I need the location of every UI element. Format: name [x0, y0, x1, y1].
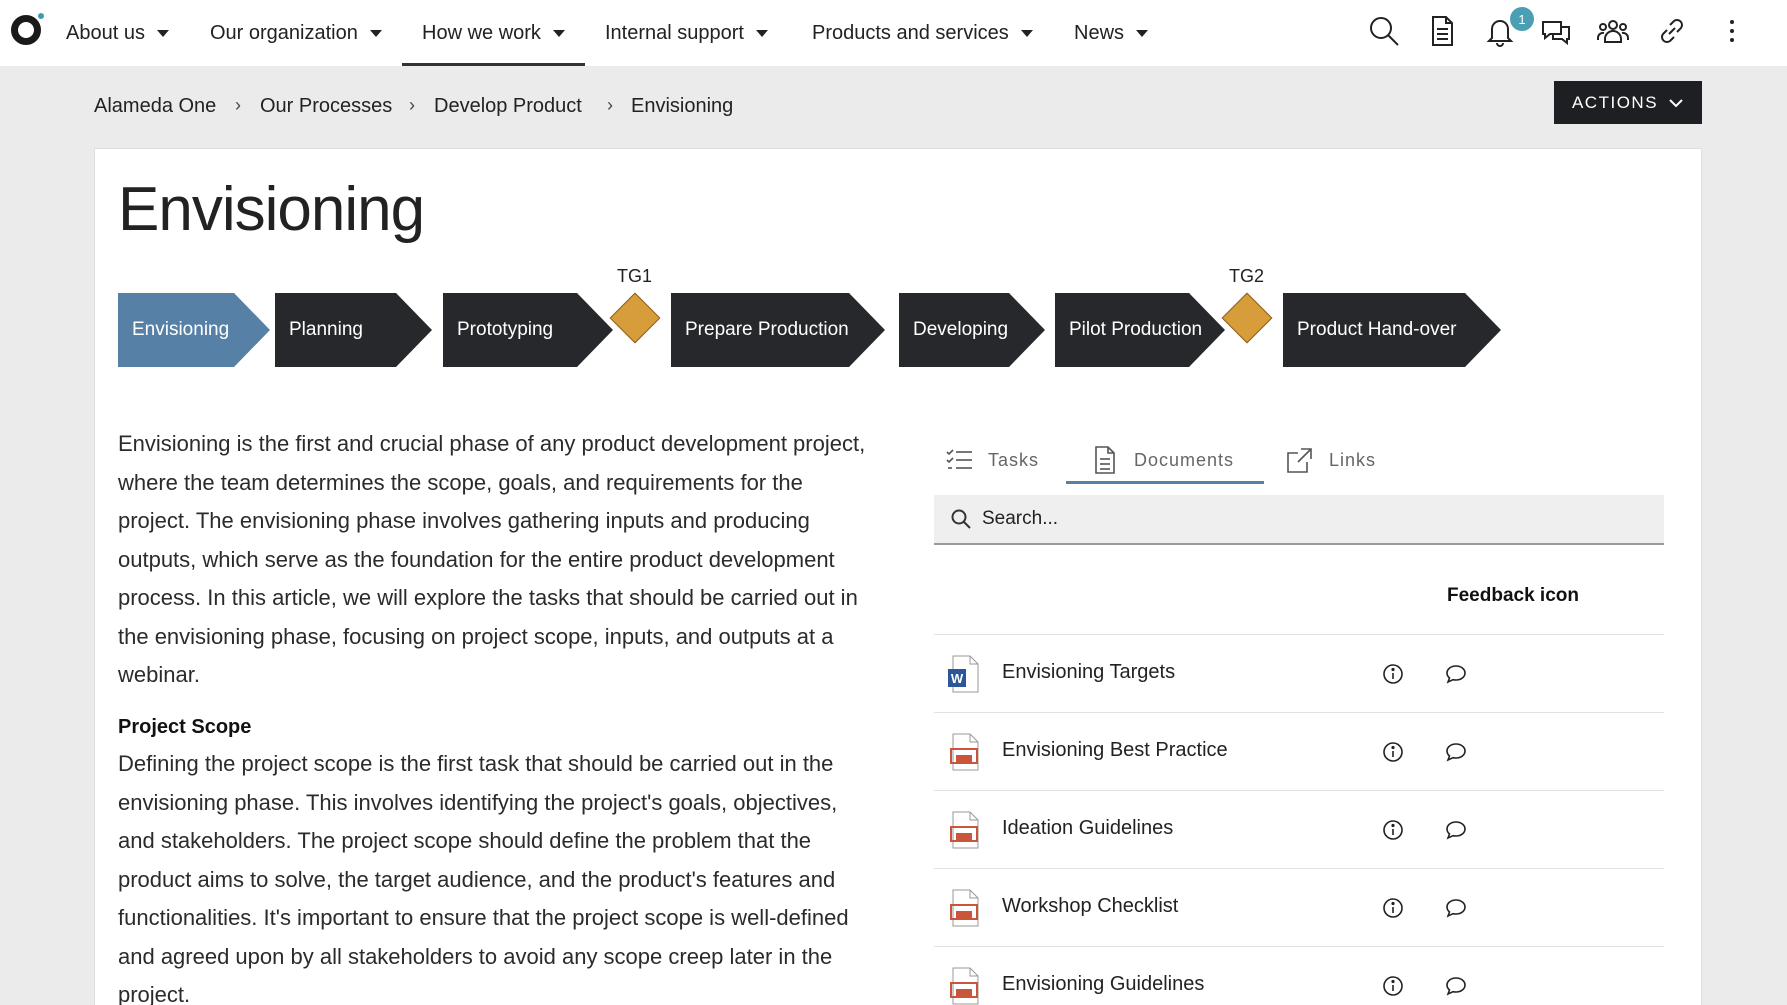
document-row[interactable]: Envisioning Best Practice	[934, 713, 1664, 791]
breadcrumb-item[interactable]: Alameda One	[94, 95, 216, 118]
tab-documents[interactable]: Documents	[1090, 436, 1234, 484]
search-input[interactable]	[982, 508, 1582, 530]
link-icon[interactable]	[1655, 14, 1689, 48]
nav-internal-support[interactable]: Internal support	[605, 0, 768, 66]
actions-button[interactable]: ACTIONS	[1554, 81, 1702, 124]
feedback-icon[interactable]	[1444, 974, 1468, 998]
feedback-icon[interactable]	[1444, 818, 1468, 842]
document-search	[934, 495, 1664, 545]
nav-label: About us	[66, 21, 145, 44]
external-link-icon	[1287, 448, 1312, 473]
document-name[interactable]: Envisioning Targets	[1002, 661, 1175, 684]
nav-products-and-services[interactable]: Products and services	[812, 0, 1033, 66]
gate-label: TG2	[1229, 266, 1265, 286]
feedback-icon[interactable]	[1444, 740, 1468, 764]
document-icon	[1095, 446, 1115, 474]
breadcrumb-item[interactable]: Our Processes	[260, 95, 392, 118]
flow-step-prepare-production[interactable]: Prepare Production	[671, 293, 885, 367]
tab-label: Links	[1329, 449, 1377, 470]
breadcrumb-separator: ›	[607, 95, 613, 115]
notification-badge: 1	[1510, 7, 1534, 31]
feedback-icon[interactable]	[1444, 896, 1468, 920]
logo[interactable]	[11, 15, 41, 45]
breadcrumb-item[interactable]: Develop Product	[434, 95, 582, 118]
presentation-file-icon	[950, 811, 979, 849]
breadcrumb-separator: ›	[409, 95, 415, 115]
info-icon[interactable]	[1381, 818, 1405, 842]
actions-label: ACTIONS	[1571, 92, 1659, 112]
presentation-file-icon	[950, 889, 979, 927]
document-row[interactable]: W Envisioning Targets	[934, 635, 1664, 713]
intro-paragraph: Envisioning is the first and crucial pha…	[118, 431, 866, 687]
nav-label: Internal support	[605, 21, 744, 44]
search-icon[interactable]	[1367, 14, 1401, 48]
nav-about-us[interactable]: About us	[66, 0, 169, 66]
tab-label: Tasks	[988, 449, 1040, 470]
nav-label: Our organization	[210, 21, 358, 44]
logo-accent	[38, 13, 44, 19]
section-heading: Project Scope	[118, 716, 252, 738]
info-icon[interactable]	[1381, 740, 1405, 764]
presentation-file-icon	[950, 733, 979, 771]
nav-news[interactable]: News	[1074, 0, 1149, 66]
caret-down-icon	[156, 29, 169, 37]
more-vertical-icon[interactable]	[1715, 14, 1749, 48]
document-row[interactable]: Envisioning Guidelines	[934, 947, 1664, 1005]
scope-paragraph: Defining the project scope is the first …	[118, 751, 849, 1005]
tab-links[interactable]: Links	[1285, 436, 1376, 484]
people-icon[interactable]	[1596, 14, 1630, 48]
flow-step-product-hand-over[interactable]: Product Hand-over	[1283, 293, 1501, 367]
document-name[interactable]: Envisioning Best Practice	[1002, 739, 1228, 762]
chevron-down-icon	[1669, 98, 1683, 107]
document-icon[interactable]	[1425, 14, 1459, 48]
flow-step-pilot-production[interactable]: Pilot Production	[1055, 293, 1225, 367]
document-row[interactable]: Ideation Guidelines	[934, 791, 1664, 869]
gate-label: TG1	[617, 266, 653, 286]
nav-active-indicator	[402, 63, 585, 66]
tab-tasks[interactable]: Tasks	[944, 436, 1039, 484]
breadcrumb-current: Envisioning	[631, 95, 734, 117]
info-icon[interactable]	[1381, 662, 1405, 686]
feedback-icon[interactable]	[1444, 662, 1468, 686]
info-icon[interactable]	[1381, 974, 1405, 998]
caret-down-icon	[1136, 29, 1149, 37]
page-title: Envisioning	[118, 175, 425, 244]
active-tab-indicator	[1066, 481, 1264, 484]
nav-label: Products and services	[812, 21, 1009, 44]
nav-label: How we work	[422, 21, 541, 44]
chat-icon[interactable]	[1539, 14, 1573, 48]
search-icon	[951, 509, 971, 529]
presentation-file-icon	[950, 967, 979, 1005]
caret-down-icon	[1020, 29, 1033, 37]
tab-label: Documents	[1134, 449, 1235, 470]
caret-down-icon	[552, 29, 565, 37]
column-header: Feedback icon	[1447, 585, 1579, 606]
top-navigation-bar: About us Our organization How we work In…	[0, 0, 1787, 66]
breadcrumb-separator: ›	[235, 95, 241, 115]
nav-label: News	[1074, 21, 1125, 44]
nav-our-organization[interactable]: Our organization	[210, 0, 382, 66]
document-row[interactable]: Workshop Checklist	[934, 869, 1664, 947]
checklist-icon	[946, 449, 972, 469]
word-file-icon: W	[948, 655, 979, 693]
flow-step-prototyping[interactable]: Prototyping	[443, 293, 613, 367]
document-name[interactable]: Workshop Checklist	[1002, 895, 1178, 918]
svg-text:W: W	[951, 671, 964, 686]
caret-down-icon	[369, 29, 382, 37]
info-icon[interactable]	[1381, 896, 1405, 920]
nav-how-we-work[interactable]: How we work	[422, 0, 565, 66]
caret-down-icon	[755, 29, 768, 37]
document-name[interactable]: Envisioning Guidelines	[1002, 973, 1204, 996]
document-name[interactable]: Ideation Guidelines	[1002, 817, 1173, 840]
